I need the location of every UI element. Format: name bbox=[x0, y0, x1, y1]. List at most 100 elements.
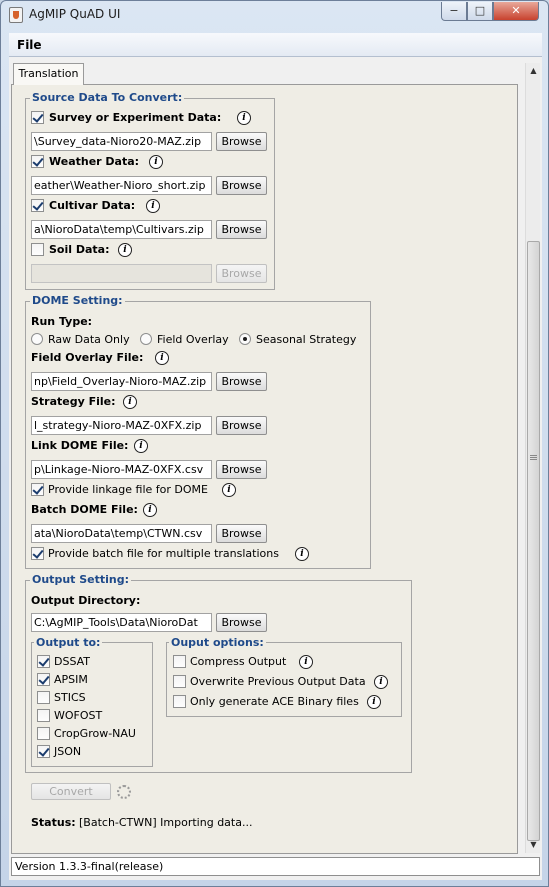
tab-translation[interactable]: Translation bbox=[13, 63, 84, 85]
translation-panel: Source Data To Convert: Survey or Experi… bbox=[11, 84, 518, 854]
run-type-seasonal-label: Seasonal Strategy bbox=[256, 333, 357, 346]
strategy-browse-button[interactable]: Browse bbox=[216, 416, 267, 435]
strategy-path-field[interactable]: l_strategy-Nioro-MAZ-0XFX.zip bbox=[31, 416, 212, 435]
strategy-info-icon[interactable]: i bbox=[123, 395, 137, 409]
output-option-info-icon[interactable]: i bbox=[374, 675, 388, 689]
output-to-group: Output to: DSSAT APSIM STICS WOFOST CropGrow… bbox=[31, 636, 153, 767]
provide-linkage-label: Provide linkage file for DOME bbox=[48, 483, 208, 496]
cultivar-checkbox[interactable] bbox=[31, 199, 44, 212]
batch-dome-info-icon[interactable]: i bbox=[143, 503, 157, 517]
version-bar: Version 1.3.3-final(release) bbox=[11, 857, 540, 876]
vertical-scrollbar[interactable]: ▲ ▼ bbox=[525, 63, 540, 853]
link-dome-info-icon[interactable]: i bbox=[134, 439, 148, 453]
dome-setting-title: DOME Setting: bbox=[30, 294, 125, 307]
cultivar-label: Cultivar Data: bbox=[49, 199, 136, 212]
output-model-checkbox[interactable] bbox=[37, 727, 50, 740]
window-title: AgMIP QuAD UI bbox=[29, 7, 121, 21]
provide-batch-checkbox[interactable] bbox=[31, 547, 44, 560]
field-overlay-info-icon[interactable]: i bbox=[155, 351, 169, 365]
dome-setting-group: DOME Setting: Run Type: Raw Data Only Fi… bbox=[25, 294, 371, 569]
output-model-label: CropGrow-NAU bbox=[54, 727, 136, 740]
provide-batch-info-icon[interactable]: i bbox=[295, 547, 309, 561]
output-option-checkbox[interactable] bbox=[173, 655, 186, 668]
output-options-group: Ouput options: Compress Output i Overwrite… bbox=[166, 636, 402, 717]
link-dome-path-field[interactable]: p\Linkage-Nioro-MAZ-0XFX.csv bbox=[31, 460, 212, 479]
menu-bar: File bbox=[9, 33, 542, 57]
survey-label: Survey or Experiment Data: bbox=[49, 111, 222, 124]
weather-info-icon[interactable]: i bbox=[149, 155, 163, 169]
run-type-overlay-radio[interactable] bbox=[140, 333, 152, 345]
survey-path-field[interactable]: \Survey_data-Nioro20-MAZ.zip bbox=[31, 132, 212, 151]
cultivar-browse-button[interactable]: Browse bbox=[216, 220, 267, 239]
run-type-label: Run Type: bbox=[31, 315, 93, 328]
source-data-title: Source Data To Convert: bbox=[30, 91, 185, 104]
provide-linkage-info-icon[interactable]: i bbox=[222, 483, 236, 497]
output-option-info-icon[interactable]: i bbox=[367, 695, 381, 709]
output-model-label: JSON bbox=[54, 745, 82, 758]
output-model-checkbox[interactable] bbox=[37, 745, 50, 758]
maximize-button[interactable]: □ bbox=[467, 2, 493, 21]
client-area: Translation Source Data To Convert: Surv… bbox=[9, 57, 542, 880]
output-model-label: APSIM bbox=[54, 673, 88, 686]
weather-path-field[interactable]: eather\Weather-Nioro_short.zip bbox=[31, 176, 212, 195]
field-overlay-browse-button[interactable]: Browse bbox=[216, 372, 267, 391]
scroll-up-icon[interactable]: ▲ bbox=[526, 63, 541, 78]
soil-info-icon[interactable]: i bbox=[118, 243, 132, 257]
output-model-checkbox[interactable] bbox=[37, 691, 50, 704]
strategy-label: Strategy File: bbox=[31, 395, 116, 408]
status-label: Status: bbox=[31, 816, 76, 829]
output-model-label: STICS bbox=[54, 691, 86, 704]
run-type-overlay-label: Field Overlay bbox=[157, 333, 229, 346]
soil-path-field bbox=[31, 264, 212, 283]
batch-dome-label: Batch DOME File: bbox=[31, 503, 138, 516]
output-model-checkbox[interactable] bbox=[37, 673, 50, 686]
output-model-label: WOFOST bbox=[54, 709, 103, 722]
output-option-label: Overwrite Previous Output Data bbox=[190, 675, 366, 688]
survey-checkbox[interactable] bbox=[31, 111, 44, 124]
survey-info-icon[interactable]: i bbox=[237, 111, 251, 125]
output-directory-field[interactable]: C:\AgMIP_Tools\Data\NioroDat bbox=[31, 613, 212, 632]
provide-batch-label: Provide batch file for multiple translat… bbox=[48, 547, 279, 560]
output-setting-title: Output Setting: bbox=[30, 573, 132, 586]
output-model-checkbox[interactable] bbox=[37, 655, 50, 668]
app-window: AgMIP QuAD UI − □ ✕ File Translation Sou… bbox=[0, 0, 549, 887]
soil-checkbox[interactable] bbox=[31, 243, 44, 256]
provide-linkage-checkbox[interactable] bbox=[31, 483, 44, 496]
scroll-grip-icon bbox=[530, 455, 537, 456]
survey-browse-button[interactable]: Browse bbox=[216, 132, 267, 151]
title-bar: AgMIP QuAD UI − □ ✕ bbox=[1, 1, 548, 29]
weather-label: Weather Data: bbox=[49, 155, 140, 168]
output-model-checkbox[interactable] bbox=[37, 709, 50, 722]
weather-browse-button[interactable]: Browse bbox=[216, 176, 267, 195]
cultivar-path-field[interactable]: a\NioroData\temp\Cultivars.zip bbox=[31, 220, 212, 239]
batch-dome-path-field[interactable]: ata\NioroData\temp\CTWN.csv bbox=[31, 524, 212, 543]
minimize-button[interactable]: − bbox=[441, 2, 467, 21]
scroll-down-icon[interactable]: ▼ bbox=[526, 837, 541, 852]
output-directory-browse-button[interactable]: Browse bbox=[216, 613, 267, 632]
soil-label: Soil Data: bbox=[49, 243, 110, 256]
output-option-info-icon[interactable]: i bbox=[299, 655, 313, 669]
output-setting-group: Output Setting: Output Directory: C:\AgM… bbox=[25, 573, 412, 773]
menu-file[interactable]: File bbox=[17, 38, 42, 52]
link-dome-browse-button[interactable]: Browse bbox=[216, 460, 267, 479]
field-overlay-path-field[interactable]: np\Field_Overlay-Nioro-MAZ.zip bbox=[31, 372, 212, 391]
weather-checkbox[interactable] bbox=[31, 155, 44, 168]
output-option-label: Compress Output bbox=[190, 655, 287, 668]
output-option-label: Only generate ACE Binary files bbox=[190, 695, 359, 708]
output-options-title: Ouput options: bbox=[169, 636, 266, 649]
output-model-label: DSSAT bbox=[54, 655, 91, 668]
output-option-checkbox[interactable] bbox=[173, 695, 186, 708]
batch-dome-browse-button[interactable]: Browse bbox=[216, 524, 267, 543]
run-type-seasonal-radio[interactable] bbox=[239, 333, 251, 345]
output-option-checkbox[interactable] bbox=[173, 675, 186, 688]
java-app-icon bbox=[9, 7, 23, 23]
scroll-thumb[interactable] bbox=[527, 241, 540, 841]
status-text: [Batch-CTWN] Importing data... bbox=[79, 816, 253, 829]
link-dome-label: Link DOME File: bbox=[31, 439, 129, 452]
close-button[interactable]: ✕ bbox=[493, 2, 539, 21]
output-directory-label: Output Directory: bbox=[31, 594, 141, 607]
output-to-title: Output to: bbox=[34, 636, 103, 649]
cultivar-info-icon[interactable]: i bbox=[146, 199, 160, 213]
field-overlay-label: Field Overlay File: bbox=[31, 351, 144, 364]
run-type-raw-radio[interactable] bbox=[31, 333, 43, 345]
